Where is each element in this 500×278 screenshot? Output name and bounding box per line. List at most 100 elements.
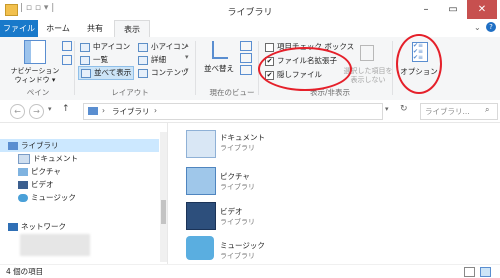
- ribbon-separator: [195, 41, 196, 95]
- item-count: 4 個の項目: [6, 267, 44, 276]
- expand-ribbon-icon[interactable]: ⌄: [474, 23, 481, 32]
- large-icons-view-icon[interactable]: [480, 267, 491, 277]
- nav-item-pictures[interactable]: ピクチャ: [18, 165, 61, 178]
- recent-locations-icon[interactable]: ▾: [48, 105, 52, 113]
- list-option[interactable]: 一覧: [80, 54, 108, 66]
- annotation-circle: [396, 34, 442, 94]
- annotation-circle: [258, 47, 352, 91]
- nav-item-videos[interactable]: ビデオ: [18, 178, 54, 191]
- list-item[interactable]: ピクチャ ライブラリ: [186, 165, 266, 197]
- details-label: 詳細: [151, 55, 166, 64]
- tiles-option[interactable]: 並べて表示: [78, 66, 135, 80]
- tab-view[interactable]: 表示: [114, 20, 150, 38]
- item-name: ドキュメント: [220, 133, 265, 142]
- address-bar-row: ← → ▾ ↑ › ライブラリ › ▾ ↻ ライブラリ... ⌕: [0, 100, 500, 123]
- videos-icon: [18, 181, 28, 189]
- nav-documents-label: ドキュメント: [33, 154, 78, 163]
- details-view-icon[interactable]: [464, 267, 475, 277]
- item-name: ミュージック: [220, 241, 265, 250]
- item-name: ビデオ: [220, 207, 243, 216]
- list-icon: [80, 55, 90, 65]
- documents-icon: [18, 154, 30, 164]
- list-item[interactable]: ミュージック ライブラリ: [186, 236, 266, 264]
- search-icon: ⌕: [485, 105, 490, 114]
- address-dropdown-icon[interactable]: ▾: [385, 105, 389, 113]
- tiles-label: 並べて表示: [94, 68, 132, 77]
- list-item[interactable]: ビデオ ライブラリ: [186, 200, 266, 232]
- size-columns-icon[interactable]: [240, 65, 252, 75]
- nav-item-music[interactable]: ミュージック: [18, 191, 76, 204]
- ribbon-separator: [74, 41, 75, 95]
- pane-group-label: ペイン: [26, 88, 50, 97]
- nav-scrollbar[interactable]: [160, 132, 167, 262]
- help-icon[interactable]: ?: [486, 22, 496, 32]
- minimize-button[interactable]: –: [413, 0, 439, 19]
- medium-icons-option[interactable]: 中アイコン: [80, 41, 130, 53]
- small-icons-option[interactable]: 小アイコン: [138, 41, 188, 53]
- details-icon: [138, 55, 148, 65]
- videos-icon: [186, 202, 216, 230]
- status-bar: 4 個の項目: [0, 264, 500, 278]
- forward-button[interactable]: →: [29, 104, 44, 119]
- hide-selected-icon: [360, 45, 374, 61]
- address-field[interactable]: › ライブラリ ›: [83, 103, 383, 120]
- up-button[interactable]: ↑: [62, 104, 70, 114]
- ribbon-separator: [392, 41, 393, 95]
- item-type: ライブラリ: [220, 218, 255, 226]
- sort-by-button[interactable]: 並べ替え: [204, 41, 236, 83]
- navigation-pane-button[interactable]: ナビゲーション ウィンドウ ▾: [10, 40, 60, 86]
- nav-network-label: ネットワーク: [21, 222, 66, 231]
- content-icon: [138, 68, 148, 78]
- preview-pane-icon[interactable]: [62, 41, 72, 51]
- layout-scroll-up-icon[interactable]: ▴: [185, 41, 189, 49]
- music-icon: [186, 236, 214, 260]
- search-placeholder: ライブラリ...: [425, 107, 470, 116]
- nav-scrollbar-thumb[interactable]: [161, 200, 166, 224]
- item-name: ピクチャ: [220, 172, 250, 181]
- layout-scroll-down-icon[interactable]: ▾: [185, 53, 189, 61]
- group-by-icon[interactable]: [240, 41, 252, 51]
- tab-file[interactable]: ファイル: [0, 20, 38, 37]
- medium-icons-icon: [80, 42, 90, 52]
- item-type: ライブラリ: [220, 183, 255, 191]
- tiles-icon: [81, 68, 91, 78]
- tab-share[interactable]: 共有: [78, 20, 112, 37]
- item-checkboxes-checkbox[interactable]: [265, 42, 274, 52]
- back-button[interactable]: ←: [10, 104, 25, 119]
- details-option[interactable]: 詳細: [138, 54, 166, 66]
- maximize-button[interactable]: ▭: [440, 0, 466, 19]
- navigation-pane-sublabel: ウィンドウ ▾: [14, 76, 56, 84]
- item-type: ライブラリ: [220, 252, 255, 260]
- nav-videos-label: ビデオ: [31, 180, 54, 189]
- small-icons-label: 小アイコン: [151, 42, 189, 51]
- nav-music-label: ミュージック: [31, 193, 76, 202]
- network-computers-blurred: [20, 234, 90, 256]
- details-pane-icon[interactable]: [62, 55, 72, 65]
- nav-item-network[interactable]: ネットワーク: [8, 220, 66, 233]
- list-label: 一覧: [93, 55, 108, 64]
- content-option[interactable]: コンテンツ: [138, 67, 189, 79]
- content-label: コンテンツ: [151, 68, 189, 77]
- search-input[interactable]: ライブラリ... ⌕: [420, 103, 498, 120]
- tab-home[interactable]: ホーム: [40, 20, 76, 37]
- item-type: ライブラリ: [220, 144, 255, 152]
- current-view-group-label: 現在のビュー: [209, 88, 255, 97]
- refresh-icon[interactable]: ↻: [400, 104, 408, 114]
- breadcrumb-separator: ›: [102, 106, 105, 115]
- layout-more-icon[interactable]: ▾: [185, 66, 189, 74]
- add-columns-icon[interactable]: [240, 53, 252, 63]
- small-icons-icon: [138, 42, 148, 52]
- pictures-icon: [18, 168, 28, 176]
- layout-group-label: レイアウト: [111, 88, 149, 97]
- list-item[interactable]: ドキュメント ライブラリ: [186, 126, 266, 158]
- title-bar: | ▫ ▫ ▾ | ライブラリ – ▭ ✕: [0, 0, 500, 21]
- sort-by-label: 並べ替え: [204, 64, 234, 73]
- navigation-pane-icon: [24, 40, 46, 64]
- ribbon: ナビゲーション ウィンドウ ▾ ペイン 中アイコン 一覧 並べて表示 小アイコン…: [0, 34, 500, 101]
- close-button[interactable]: ✕: [467, 0, 497, 19]
- breadcrumb-separator: ›: [154, 106, 157, 115]
- nav-item-documents[interactable]: ドキュメント: [18, 152, 78, 165]
- music-icon: [18, 194, 28, 202]
- breadcrumb-libraries[interactable]: ライブラリ: [112, 106, 150, 117]
- nav-item-libraries[interactable]: ライブラリ: [0, 139, 159, 152]
